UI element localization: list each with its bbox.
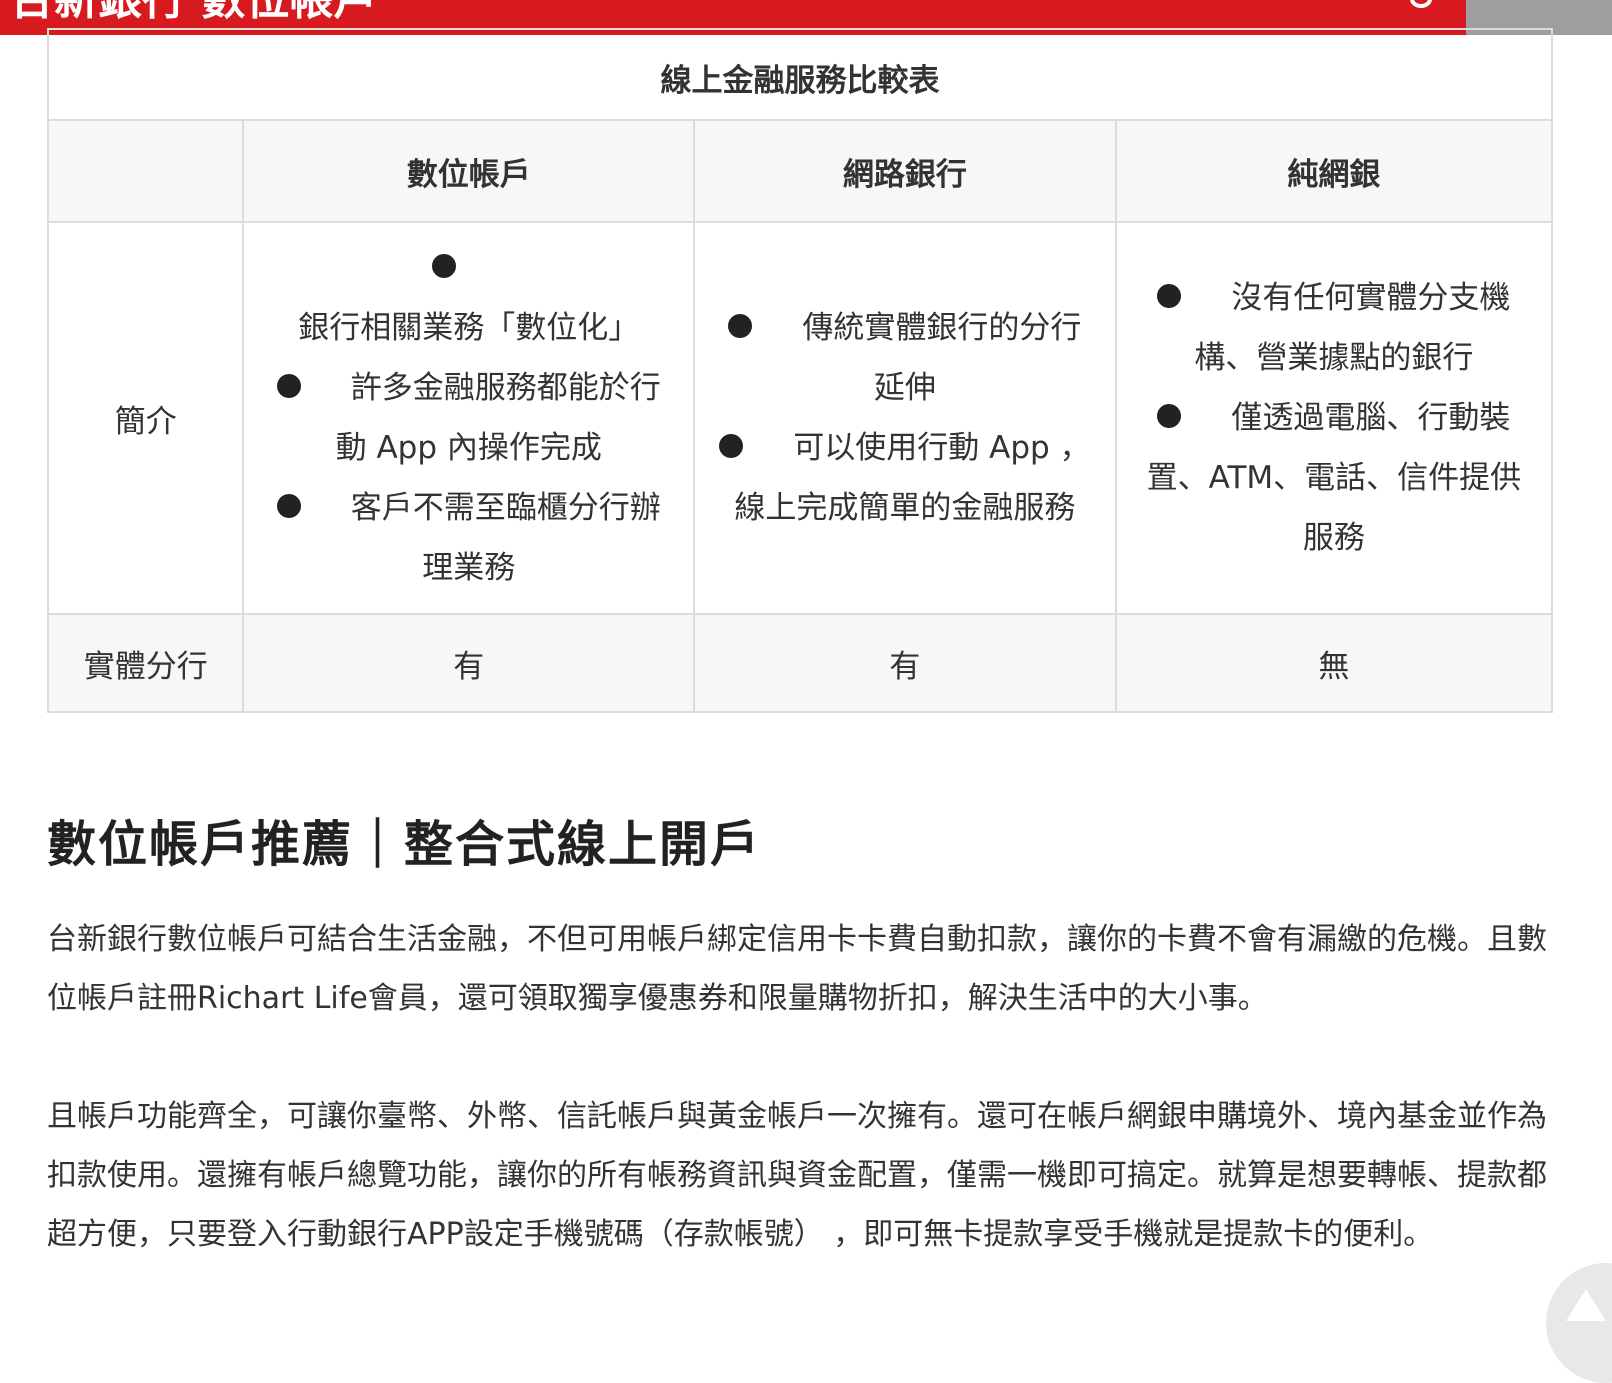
list-item: 銀行相關業務「數位化」	[266, 238, 671, 358]
branch-pure-online-bank-cell: 無	[1114, 613, 1554, 713]
article-paragraph: 且帳戶功能齊全，可讓你臺幣、外幣、信託帳戶與黃金帳戶一次擁有。還可在帳戶網銀申購…	[47, 1099, 1547, 1252]
list-item: 客戶不需至臨櫃分行辦理業務	[266, 478, 671, 598]
section-heading: 數位帳戶推薦｜整合式線上開戶	[47, 816, 762, 873]
list-item: 傳統實體銀行的分行延伸	[717, 298, 1093, 418]
row-label-intro: 簡介	[46, 221, 245, 615]
row-label-physical-branch: 實體分行	[46, 613, 245, 713]
column-header-pure-online-bank: 純網銀	[1114, 119, 1554, 223]
branch-online-banking-cell: 有	[693, 613, 1117, 713]
bullet-icon	[276, 373, 301, 398]
article-paragraph: 台新銀行數位帳戶可結合生活金融，不但可用帳戶綁定信用卡卡費自動扣款，讓你的卡費不…	[47, 922, 1547, 1016]
scroll-to-top-button[interactable]	[1546, 1263, 1612, 1383]
comparison-table: 線上金融服務比較表 數位帳戶 網路銀行 純網銀 簡介 銀行相關業務「數位化」 許…	[46, 28, 1554, 713]
column-header-digital-account: 數位帳戶	[242, 119, 696, 223]
triangle-up-icon	[1566, 1289, 1606, 1321]
table-row: 簡介 銀行相關業務「數位化」 許多金融服務都能於行動 App 內操作完成 客戶不…	[46, 221, 1554, 615]
table-caption: 線上金融服務比較表	[47, 28, 1553, 121]
list-item: 許多金融服務都能於行動 App 內操作完成	[266, 358, 671, 478]
list-item: 可以使用行動 App ，線上完成簡單的金融服務	[717, 418, 1093, 538]
bullet-icon	[431, 253, 456, 278]
site-logo[interactable]: 台新銀行 數位帳戶	[10, 0, 377, 30]
bullet-icon	[276, 493, 301, 518]
intro-digital-account-cell: 銀行相關業務「數位化」 許多金融服務都能於行動 App 內操作完成 客戶不需至臨…	[242, 221, 696, 615]
bullet-icon	[1157, 403, 1182, 428]
bullet-icon	[1157, 283, 1182, 308]
list-item: 沒有任何實體分支機構、營業據點的銀行	[1139, 268, 1529, 388]
column-header-online-banking: 網路銀行	[693, 119, 1117, 223]
bullet-icon	[728, 313, 753, 338]
column-header-empty	[46, 119, 245, 223]
search-icon[interactable]	[1410, 0, 1432, 8]
bullet-icon	[719, 433, 744, 458]
table-row: 實體分行 有 有 無	[46, 613, 1554, 713]
intro-online-banking-cell: 傳統實體銀行的分行延伸 可以使用行動 App ，線上完成簡單的金融服務	[693, 221, 1117, 615]
intro-pure-online-bank-cell: 沒有任何實體分支機構、營業據點的銀行 僅透過電腦、行動裝置、ATM、電話、信件提…	[1114, 221, 1554, 615]
branch-digital-account-cell: 有	[242, 613, 696, 713]
list-item: 僅透過電腦、行動裝置、ATM、電話、信件提供服務	[1146, 400, 1522, 556]
